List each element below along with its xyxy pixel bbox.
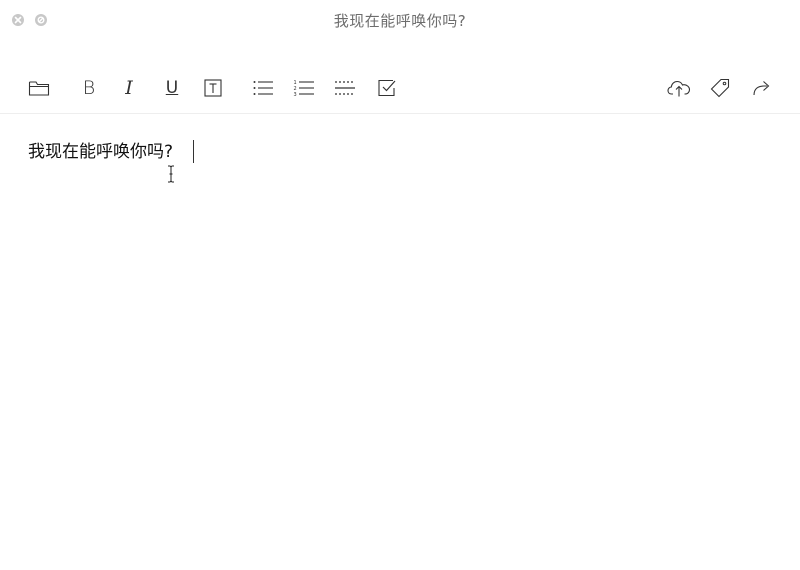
- tag-icon: [710, 78, 730, 98]
- checkbox-icon: [378, 79, 396, 97]
- share-button[interactable]: [750, 76, 774, 100]
- underline-icon: U: [165, 77, 179, 98]
- text-caret: [193, 140, 194, 163]
- dotted-separator-icon: [335, 81, 355, 95]
- italic-icon: I: [125, 76, 133, 99]
- ibeam-cursor-icon: [168, 165, 174, 183]
- italic-button[interactable]: I: [117, 76, 141, 100]
- share-icon: [753, 81, 770, 96]
- folder-icon: [28, 81, 50, 96]
- formatting-toolbar: B I U 1 2 3: [0, 66, 800, 112]
- underline-button[interactable]: U: [160, 76, 184, 100]
- bullet-list-button[interactable]: [251, 76, 275, 100]
- svg-text:3: 3: [294, 92, 297, 97]
- separator-button[interactable]: [333, 76, 357, 100]
- note-editor[interactable]: 我现在能呼唤你吗?: [28, 138, 772, 538]
- note-window: 我现在能呼唤你吗? B I U 1 2 3 我现在能呼唤你吗?: [0, 0, 800, 570]
- bullet-list-icon: [253, 81, 273, 95]
- text-box-button[interactable]: [201, 76, 225, 100]
- checkbox-button[interactable]: [375, 76, 399, 100]
- title-bar: 我现在能呼唤你吗?: [0, 0, 800, 42]
- editor-content[interactable]: 我现在能呼唤你吗?: [28, 138, 772, 166]
- bold-button[interactable]: B: [77, 76, 101, 100]
- toolbar-divider: [0, 113, 800, 114]
- numbered-list-icon: 1 2 3: [294, 80, 314, 97]
- window-title: 我现在能呼唤你吗?: [333, 12, 467, 30]
- cloud-upload-icon: [667, 80, 691, 97]
- upload-button[interactable]: [667, 76, 691, 100]
- numbered-list-button[interactable]: 1 2 3: [292, 76, 316, 100]
- text-box-icon: [204, 79, 222, 97]
- folder-button[interactable]: [27, 76, 51, 100]
- tag-button[interactable]: [708, 76, 732, 100]
- bold-icon: B: [82, 76, 96, 99]
